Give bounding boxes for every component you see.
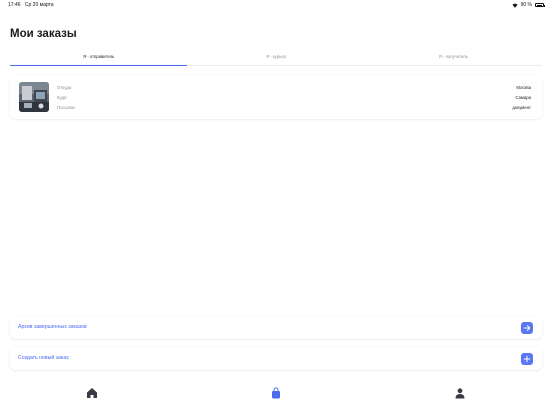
battery-level — [536, 4, 542, 6]
tab-recipient[interactable]: Я - получатель — [365, 51, 542, 65]
archive-orders-button[interactable]: Архив завершенных заказов — [10, 316, 542, 339]
status-bar: 17:46 Ср 20 марта 90 % — [0, 0, 552, 10]
from-value: Москва — [516, 85, 531, 90]
status-date: Ср 20 марта — [24, 2, 54, 8]
order-card[interactable]: Откуда Москва Куда Самара Посылки докуме… — [10, 75, 542, 119]
status-bar-right: 90 % — [512, 2, 545, 8]
order-row-from: Откуда Москва — [57, 83, 531, 92]
parcels-label: Посылки — [57, 105, 75, 110]
wifi-icon — [512, 3, 518, 8]
user-icon[interactable] — [453, 386, 467, 400]
arrow-right-icon[interactable] — [521, 321, 533, 334]
tab-sender[interactable]: Я - отправитель — [10, 51, 188, 66]
bottom-tab-bar — [0, 380, 552, 414]
shopping-bag-icon[interactable] — [269, 386, 283, 400]
parcels-value: документ — [512, 105, 531, 110]
to-label: Куда — [57, 95, 67, 100]
to-value: Самара — [515, 95, 531, 100]
order-photo-thumbnail — [19, 82, 49, 112]
plus-icon[interactable] — [521, 352, 533, 365]
home-icon[interactable] — [85, 386, 99, 400]
create-order-label: Создать новый заказ — [18, 355, 69, 361]
create-order-button[interactable]: Создать новый заказ — [10, 347, 542, 370]
status-bar-left: 17:46 Ср 20 марта — [8, 2, 54, 8]
archive-orders-label: Архив завершенных заказов — [18, 324, 87, 330]
tab-courier[interactable]: Я - курьер — [187, 51, 364, 65]
order-row-to: Куда Самара — [57, 93, 531, 102]
page-title: Мои заказы — [10, 28, 77, 40]
from-label: Откуда — [57, 85, 72, 90]
order-role-tabs: Я - отправитель Я - курьер Я - получател… — [10, 51, 542, 66]
order-row-parcels: Посылки документ — [57, 103, 531, 112]
battery-icon — [535, 3, 545, 7]
battery-percent: 90 % — [520, 2, 532, 8]
status-time: 17:46 — [8, 2, 21, 8]
